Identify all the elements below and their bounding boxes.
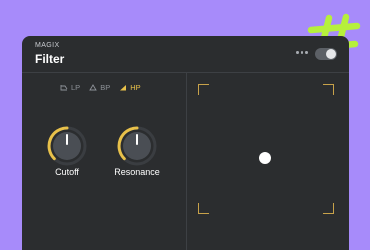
xy-pad-corner: [323, 203, 334, 214]
resonance-knob[interactable]: [116, 125, 158, 167]
power-toggle[interactable]: [315, 48, 337, 60]
xy-pad-handle[interactable]: [259, 152, 271, 164]
xy-pad[interactable]: [198, 84, 334, 214]
brand-label: MAGIX: [35, 42, 60, 49]
filter-plugin-panel: MAGIX Filter LP BP HP Cutoff Resonance: [22, 36, 349, 250]
tab-highpass[interactable]: HP: [119, 82, 141, 92]
plugin-header: MAGIX Filter: [22, 36, 349, 72]
tab-bandpass-label: BP: [100, 82, 111, 92]
resonance-label: Resonance: [114, 167, 160, 177]
xy-pad-corner: [198, 84, 209, 95]
tab-highpass-label: HP: [130, 82, 141, 92]
section-divider: [186, 73, 187, 250]
xy-pad-corner: [198, 203, 209, 214]
cutoff-knob[interactable]: [46, 125, 88, 167]
highpass-icon: [120, 84, 127, 90]
filter-type-tabs: LP BP HP: [60, 81, 141, 93]
xy-pad-corner: [323, 84, 334, 95]
tab-lowpass[interactable]: LP: [60, 83, 80, 92]
plugin-title: Filter: [35, 52, 65, 66]
tab-bandpass[interactable]: BP: [89, 83, 110, 92]
tab-lowpass-label: LP: [71, 82, 81, 92]
bandpass-icon: [89, 83, 97, 90]
toggle-knob: [326, 49, 336, 59]
ellipsis-icon[interactable]: [296, 49, 309, 55]
lowpass-icon: [60, 84, 68, 90]
cutoff-label: Cutoff: [55, 167, 79, 177]
